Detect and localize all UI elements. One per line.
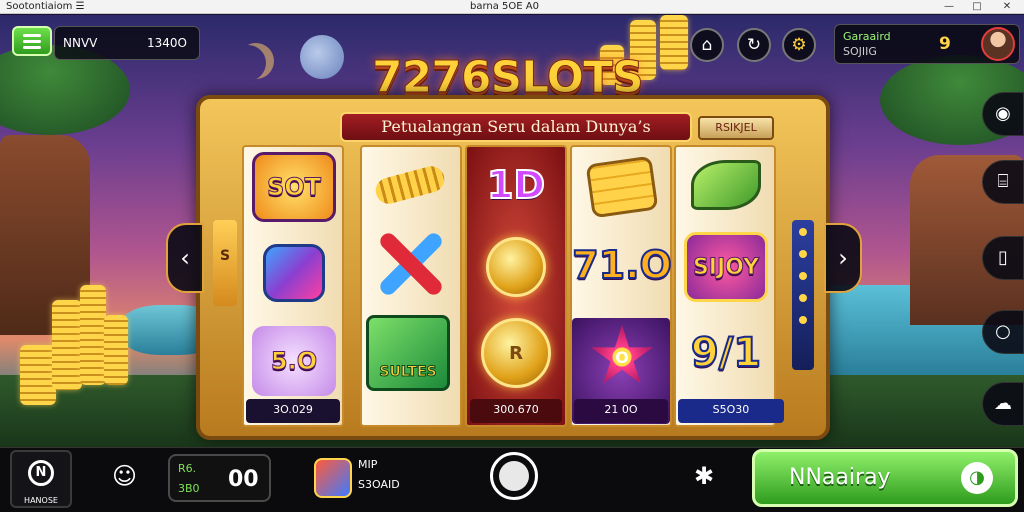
mini-game-label-top[interactable]: MIP bbox=[358, 458, 377, 471]
balance-value: 1340O bbox=[147, 36, 187, 50]
document-title: barna 5OE A0 bbox=[470, 1, 539, 12]
maximize-button[interactable]: □ bbox=[966, 0, 988, 14]
badge: RSIKJEL bbox=[698, 116, 774, 140]
reel-footer-value: 300.670 bbox=[470, 399, 562, 423]
logo-icon: N bbox=[28, 460, 54, 486]
crescent-moon bbox=[230, 45, 266, 81]
profile-icon[interactable]: ☺ bbox=[112, 462, 137, 490]
slot-symbol bbox=[580, 152, 664, 222]
window-title-bar: Sootontiaiom ☰ barna 5OE A0 — □ ✕ bbox=[0, 0, 1024, 14]
settings-icon[interactable]: ✱ bbox=[694, 462, 714, 490]
slot-symbol: 71.O bbox=[571, 242, 673, 288]
player-level: 9 bbox=[939, 34, 951, 54]
player-subtitle: SOJIIG bbox=[843, 45, 877, 58]
gear-icon[interactable]: ⚙ bbox=[782, 28, 816, 62]
slot-symbol bbox=[368, 228, 452, 298]
app-title: Sootontiaiom ☰ bbox=[6, 1, 85, 12]
player-name: Garaaird bbox=[843, 30, 891, 43]
slot-symbol bbox=[252, 238, 336, 308]
minimize-button[interactable]: — bbox=[938, 0, 960, 14]
slot-symbol bbox=[368, 150, 452, 220]
slot-symbol: SULTES bbox=[366, 315, 450, 391]
play-button-label: NNaairay bbox=[789, 465, 891, 490]
coin-stack bbox=[660, 15, 688, 70]
refresh-icon[interactable]: ↻ bbox=[737, 28, 771, 62]
stat-top: R6. bbox=[178, 462, 197, 475]
camera-icon[interactable]: ◉ bbox=[982, 92, 1024, 136]
slot-symbol bbox=[474, 232, 558, 302]
coin-stack bbox=[104, 315, 128, 385]
slot-symbol: R bbox=[474, 318, 558, 388]
balance-panel: NNVV 1340O bbox=[54, 26, 200, 60]
reel-footer-value: 3O.029 bbox=[246, 399, 340, 423]
coin-stack bbox=[80, 285, 106, 385]
balance-label: NNVV bbox=[63, 36, 98, 50]
avatar[interactable] bbox=[981, 27, 1015, 61]
slot-symbol: O bbox=[580, 322, 664, 392]
bank-icon[interactable]: ⌂ bbox=[690, 28, 724, 62]
slot-symbol: 1D bbox=[486, 162, 546, 208]
slot-symbol bbox=[684, 150, 768, 220]
stats-box[interactable]: R6. 3B0 00 bbox=[168, 454, 271, 502]
coin-stack bbox=[20, 345, 56, 405]
next-arrow-button[interactable]: › bbox=[824, 223, 862, 293]
logo-text: HANOSE bbox=[24, 496, 58, 505]
left-payline-strip: S bbox=[213, 220, 237, 306]
reel-footer-value: 21 0O bbox=[574, 399, 668, 423]
home-logo-button[interactable]: N HANOSE bbox=[10, 450, 72, 508]
spin-button[interactable] bbox=[490, 452, 538, 500]
stat-bottom: 3B0 bbox=[178, 482, 200, 495]
slot-symbol: 5.O bbox=[252, 326, 336, 396]
play-arrow-icon: ◑ bbox=[961, 462, 993, 494]
stat-value: 00 bbox=[228, 467, 259, 492]
slot-symbol: 9/1 bbox=[690, 329, 762, 377]
cloud-icon[interactable]: ☁ bbox=[982, 382, 1024, 426]
briefcase-icon[interactable]: ⌸ bbox=[982, 160, 1024, 204]
moon bbox=[300, 35, 344, 79]
subtitle-ribbon: Petualangan Seru dalam Dunya’s bbox=[340, 112, 692, 142]
menu-button[interactable] bbox=[12, 26, 52, 56]
coin-stack bbox=[52, 300, 82, 390]
player-panel[interactable]: Garaaird SOJIIG 9 bbox=[834, 24, 1020, 64]
previous-arrow-button[interactable]: ‹ bbox=[166, 223, 204, 293]
tablet-icon[interactable]: ▯ bbox=[982, 236, 1024, 280]
slot-symbol: SOT bbox=[252, 152, 336, 222]
mini-game-icon[interactable] bbox=[314, 458, 352, 498]
slot-symbol: SIJOY bbox=[684, 232, 768, 302]
play-button[interactable]: NNaairay ◑ bbox=[752, 449, 1018, 507]
mini-game-label-bottom[interactable]: S3OAID bbox=[358, 478, 400, 491]
close-button[interactable]: ✕ bbox=[996, 0, 1018, 14]
search-icon[interactable]: ○ bbox=[982, 310, 1024, 354]
right-payline-strip bbox=[792, 220, 814, 370]
reel-footer-value: S5O30 bbox=[678, 399, 784, 423]
